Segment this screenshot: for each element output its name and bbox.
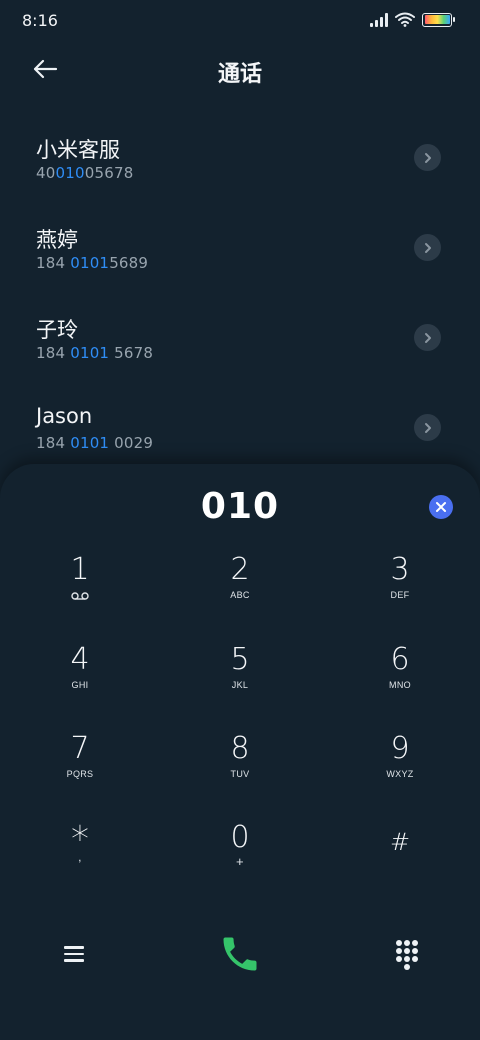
- key-letters: PQRS: [66, 769, 94, 779]
- key-digit: 2: [230, 552, 250, 587]
- chevron-right-icon: [424, 242, 431, 253]
- key-digit: 1: [70, 552, 90, 587]
- status-time: 8:16: [22, 11, 58, 30]
- key-star[interactable]: * ,: [20, 820, 140, 900]
- status-bar: 8:16: [0, 0, 480, 44]
- key-digit: 0: [230, 820, 250, 855]
- contact-number: 184 0101 5678: [36, 344, 154, 362]
- wifi-icon: [395, 12, 415, 27]
- key-digit: 8: [230, 731, 250, 766]
- key-1[interactable]: 1: [20, 552, 140, 632]
- battery-icon: [422, 12, 455, 27]
- contact-number: 184 0101 0029: [36, 434, 154, 452]
- key-letters: WXYZ: [386, 769, 414, 779]
- contact-list: 小米客服 4001005678 燕婷 184 01015689 子玲 184 0…: [0, 112, 480, 472]
- key-hash[interactable]: #: [340, 820, 460, 900]
- chevron-right-icon: [424, 422, 431, 433]
- key-digit: 6: [390, 642, 410, 677]
- contact-row[interactable]: Jason 184 0101 0029: [0, 382, 480, 472]
- key-letters: GHI: [71, 680, 89, 690]
- key-digit: 7: [70, 731, 90, 766]
- key-9[interactable]: 9 WXYZ: [340, 731, 460, 811]
- contact-row[interactable]: 燕婷 184 01015689: [0, 202, 480, 292]
- menu-button[interactable]: [60, 940, 88, 968]
- contact-detail-button[interactable]: [414, 414, 441, 441]
- contact-name: 小米客服: [36, 138, 120, 162]
- contact-name: Jason: [36, 404, 93, 428]
- status-icons: [370, 12, 455, 27]
- key-5[interactable]: 5 JKL: [180, 642, 300, 722]
- key-letters: JKL: [231, 680, 249, 690]
- dialed-number-display[interactable]: 010: [0, 486, 480, 527]
- header: 通话: [0, 44, 480, 100]
- key-3[interactable]: 3 DEF: [340, 552, 460, 632]
- key-letters: ABC: [230, 590, 250, 600]
- dial-pad-sheet: 010 1 2 ABC 3 DEF 4 GHI 5 JKL 6 MNO 7 PQ…: [0, 464, 480, 1040]
- key-digit: 5: [230, 642, 250, 677]
- key-digit: 3: [390, 552, 410, 587]
- key-2[interactable]: 2 ABC: [180, 552, 300, 632]
- close-icon: [436, 502, 446, 512]
- contact-detail-button[interactable]: [414, 144, 441, 171]
- key-digit: 9: [390, 731, 410, 766]
- contact-number: 4001005678: [36, 164, 134, 182]
- chevron-right-icon: [424, 152, 431, 163]
- phone-icon: [223, 937, 257, 971]
- key-4[interactable]: 4 GHI: [20, 642, 140, 722]
- key-letters: TUV: [230, 769, 250, 779]
- key-digit: 4: [70, 642, 90, 677]
- signal-icon: [370, 12, 388, 27]
- contact-row[interactable]: 子玲 184 0101 5678: [0, 292, 480, 382]
- contact-name: 燕婷: [36, 228, 78, 252]
- key-letters: DEF: [390, 590, 410, 600]
- keypad-toggle-button[interactable]: [394, 938, 420, 970]
- contact-detail-button[interactable]: [414, 324, 441, 351]
- contact-name: 子玲: [36, 318, 78, 342]
- contact-detail-button[interactable]: [414, 234, 441, 261]
- key-0[interactable]: 0 +: [180, 820, 300, 900]
- clear-input-button[interactable]: [429, 495, 453, 519]
- contact-number: 184 01015689: [36, 254, 149, 272]
- key-7[interactable]: 7 PQRS: [20, 731, 140, 811]
- key-letters: +: [236, 854, 244, 869]
- key-6[interactable]: 6 MNO: [340, 642, 460, 722]
- chevron-right-icon: [424, 332, 431, 343]
- key-8[interactable]: 8 TUV: [180, 731, 300, 811]
- contact-row[interactable]: 小米客服 4001005678: [0, 112, 480, 202]
- key-letters: ,: [78, 850, 82, 864]
- page-title: 通话: [217, 62, 262, 87]
- voicemail-icon: [71, 590, 89, 602]
- call-button[interactable]: [218, 932, 262, 976]
- keypad-icon: [396, 940, 418, 970]
- dialer-bottom-bar: [0, 926, 480, 986]
- key-digit: #: [389, 828, 411, 856]
- key-letters: MNO: [389, 680, 411, 690]
